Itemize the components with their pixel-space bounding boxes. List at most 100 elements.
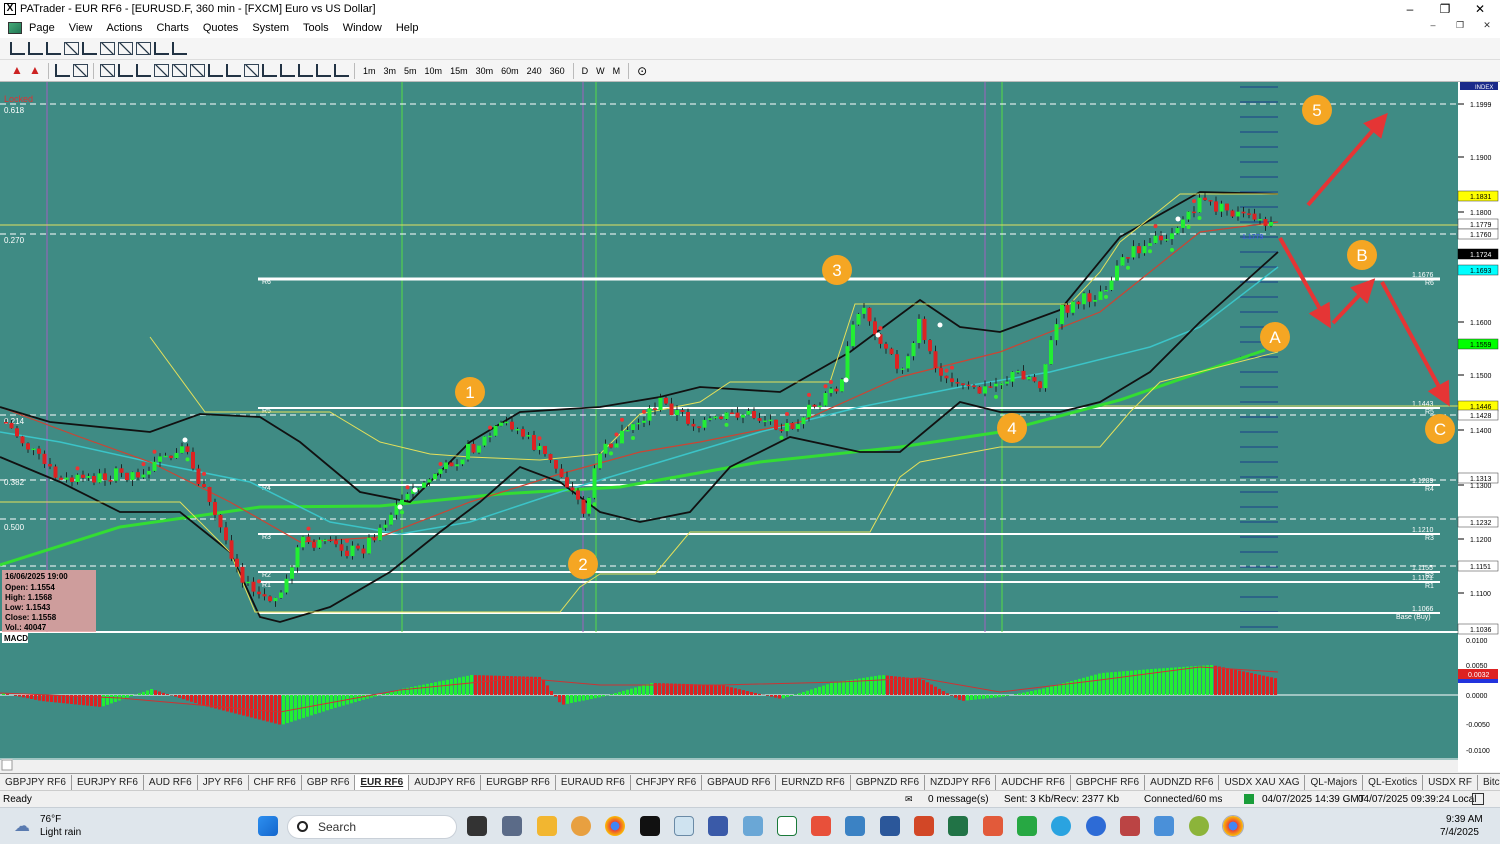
chart-tab[interactable]: JPY RF6 — [198, 774, 249, 790]
candle-body[interactable] — [1203, 197, 1207, 201]
candle-body[interactable] — [427, 479, 432, 483]
candle-body[interactable] — [966, 384, 971, 387]
trendline-icon[interactable] — [153, 64, 169, 77]
candle-body[interactable] — [807, 404, 811, 418]
candle-body[interactable] — [229, 540, 234, 559]
candle-body[interactable] — [647, 408, 652, 421]
mdi-restore-button[interactable]: ❐ — [1449, 20, 1471, 31]
candle-body[interactable] — [246, 581, 250, 584]
candle-body[interactable] — [1120, 257, 1125, 266]
candle-body[interactable] — [851, 324, 855, 347]
hline-icon[interactable] — [117, 64, 133, 77]
candle-body[interactable] — [471, 443, 476, 453]
candle-body[interactable] — [884, 343, 888, 349]
powerpoint-icon[interactable] — [914, 816, 934, 836]
skype-icon[interactable] — [845, 816, 865, 836]
chart-tab[interactable]: Bitcoin — [1478, 775, 1500, 790]
candle-body[interactable] — [735, 412, 740, 418]
chart-tab[interactable]: EURNZD RF6 — [776, 774, 851, 790]
candle-body[interactable] — [224, 527, 228, 541]
volume-chart-icon[interactable] — [153, 42, 169, 55]
candle-body[interactable] — [207, 487, 212, 503]
candle-body[interactable] — [917, 318, 921, 344]
price-chart[interactable]: 0.618 0.270 0.214 0.382 0.500 R6 R5 R4 R3 R2 R1 1.… — [0, 82, 1500, 772]
fib-fan-icon[interactable] — [189, 64, 205, 77]
candle-body[interactable] — [1032, 377, 1037, 382]
mail-icon[interactable]: ✉ — [905, 794, 913, 805]
candle-body[interactable] — [235, 558, 239, 567]
candle-body[interactable] — [906, 356, 910, 369]
candle-body[interactable] — [361, 548, 366, 554]
candle-body[interactable] — [136, 472, 140, 478]
candle-body[interactable] — [1010, 371, 1015, 382]
candle-body[interactable] — [59, 477, 63, 480]
candle-body[interactable] — [114, 468, 118, 481]
candle-body[interactable] — [367, 537, 371, 554]
candle-body[interactable] — [108, 480, 113, 482]
candle-body[interactable] — [801, 417, 806, 425]
chrome-icon[interactable] — [605, 816, 625, 836]
candle-body[interactable] — [554, 459, 558, 469]
candle-body[interactable] — [1236, 211, 1240, 217]
chart-tab[interactable]: GBPAUD RF6 — [702, 774, 777, 790]
candle-body[interactable] — [92, 475, 96, 483]
candle-body[interactable] — [779, 429, 784, 432]
candle-body[interactable] — [1016, 370, 1020, 373]
candle-body[interactable] — [702, 419, 707, 428]
menu-window[interactable]: Window — [336, 22, 389, 34]
candle-body[interactable] — [1148, 243, 1152, 247]
candle-body[interactable] — [1263, 219, 1268, 226]
candle-body[interactable] — [895, 354, 899, 369]
candle-body[interactable] — [1126, 257, 1130, 259]
candle-body[interactable] — [1175, 227, 1180, 234]
candle-body[interactable] — [70, 477, 74, 482]
chart-tab[interactable]: CHF RF6 — [249, 774, 302, 790]
candle-body[interactable] — [812, 404, 817, 407]
ic-app-icon[interactable] — [640, 816, 660, 836]
weather-icon[interactable]: ☁ — [14, 816, 30, 836]
chart-tab[interactable]: USDX XAU XAG — [1219, 774, 1306, 790]
pivot-icon[interactable] — [279, 64, 295, 77]
candle-body[interactable] — [1071, 301, 1075, 313]
candle-body[interactable] — [504, 421, 509, 424]
candle-body[interactable] — [1197, 197, 1202, 213]
file-explorer-icon[interactable] — [537, 816, 557, 836]
candle-body[interactable] — [911, 343, 916, 357]
candle-body[interactable] — [818, 405, 822, 408]
candle-body[interactable] — [1153, 235, 1158, 244]
candle-body[interactable] — [86, 475, 91, 478]
candle-body[interactable] — [1082, 293, 1086, 305]
channel-icon[interactable] — [171, 64, 187, 77]
menu-help[interactable]: Help — [389, 22, 426, 34]
candle-body[interactable] — [422, 482, 426, 488]
menu-view[interactable]: View — [62, 22, 100, 34]
candle-body[interactable] — [994, 383, 998, 387]
candle-body[interactable] — [548, 453, 553, 460]
main-chart-panel[interactable] — [0, 82, 1458, 632]
zoom-icon[interactable] — [1086, 816, 1106, 836]
candle-body[interactable] — [686, 411, 690, 424]
windows-start-icon[interactable] — [258, 816, 278, 836]
candle-body[interactable] — [669, 403, 674, 416]
candle-body[interactable] — [1104, 289, 1108, 292]
candle-body[interactable] — [460, 459, 465, 465]
mdi-close-button[interactable]: ✕ — [1476, 20, 1498, 31]
candle-body[interactable] — [1208, 200, 1213, 202]
candle-body[interactable] — [774, 419, 778, 430]
candle-body[interactable] — [317, 539, 322, 548]
trend-chart-icon[interactable] — [117, 42, 133, 55]
menu-system[interactable]: System — [245, 22, 296, 34]
candle-body[interactable] — [977, 386, 982, 394]
tf-3m[interactable]: 3m — [380, 66, 401, 76]
maximize-button[interactable]: ❐ — [1430, 0, 1460, 18]
word-icon[interactable] — [880, 816, 900, 836]
refresh-icon[interactable]: ⊙ — [633, 64, 651, 78]
candle-body[interactable] — [1054, 324, 1059, 341]
candle-body[interactable] — [15, 428, 19, 437]
candle-body[interactable] — [383, 524, 388, 528]
candle-body[interactable] — [103, 473, 107, 481]
candle-body[interactable] — [559, 468, 564, 478]
tf-5m[interactable]: 5m — [400, 66, 421, 76]
candle-body[interactable] — [532, 434, 536, 450]
notepad-icon[interactable] — [708, 816, 728, 836]
